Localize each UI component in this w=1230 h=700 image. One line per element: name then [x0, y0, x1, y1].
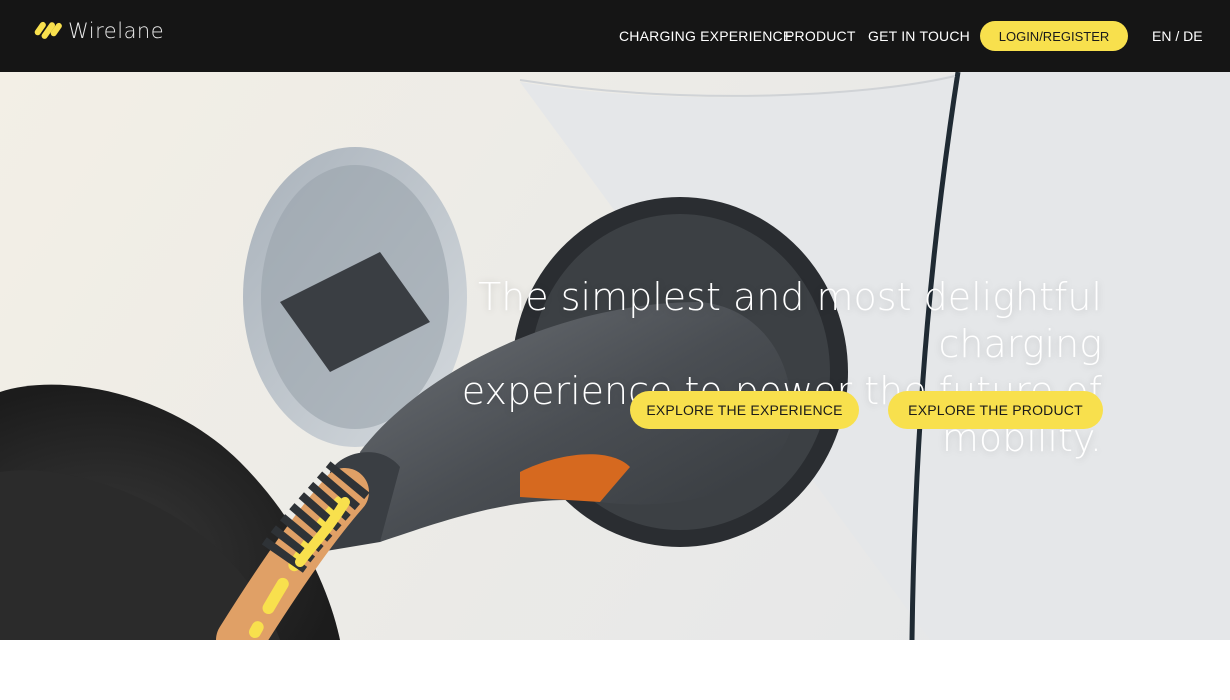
brand-logo[interactable]: Wirelane	[34, 19, 164, 43]
top-navigation-bar: Wirelane CHARGING EXPERIENCE PRODUCT GET…	[0, 0, 1230, 72]
hero-section: The simplest and most delightful chargin…	[0, 72, 1230, 640]
nav-product[interactable]: PRODUCT	[785, 28, 856, 44]
login-register-button[interactable]: LOGIN/REGISTER	[980, 21, 1128, 51]
nav-charging-experience[interactable]: CHARGING EXPERIENCE	[619, 28, 792, 44]
lang-de-link[interactable]: DE	[1183, 28, 1202, 44]
brand-name: Wirelane	[68, 19, 165, 43]
wirelane-logo-icon	[34, 21, 62, 39]
explore-product-button[interactable]: EXPLORE THE PRODUCT	[888, 391, 1103, 429]
explore-experience-button[interactable]: EXPLORE THE EXPERIENCE	[630, 391, 859, 429]
nav-get-in-touch[interactable]: GET IN TOUCH	[868, 28, 970, 44]
hero-headline-line-1: The simplest and most delightful chargin…	[478, 275, 1102, 366]
hero-headline: The simplest and most delightful chargin…	[382, 274, 1102, 462]
lang-separator: /	[1175, 28, 1180, 44]
language-switcher: EN / DE	[1152, 28, 1203, 44]
lang-en-link[interactable]: EN	[1152, 28, 1171, 44]
